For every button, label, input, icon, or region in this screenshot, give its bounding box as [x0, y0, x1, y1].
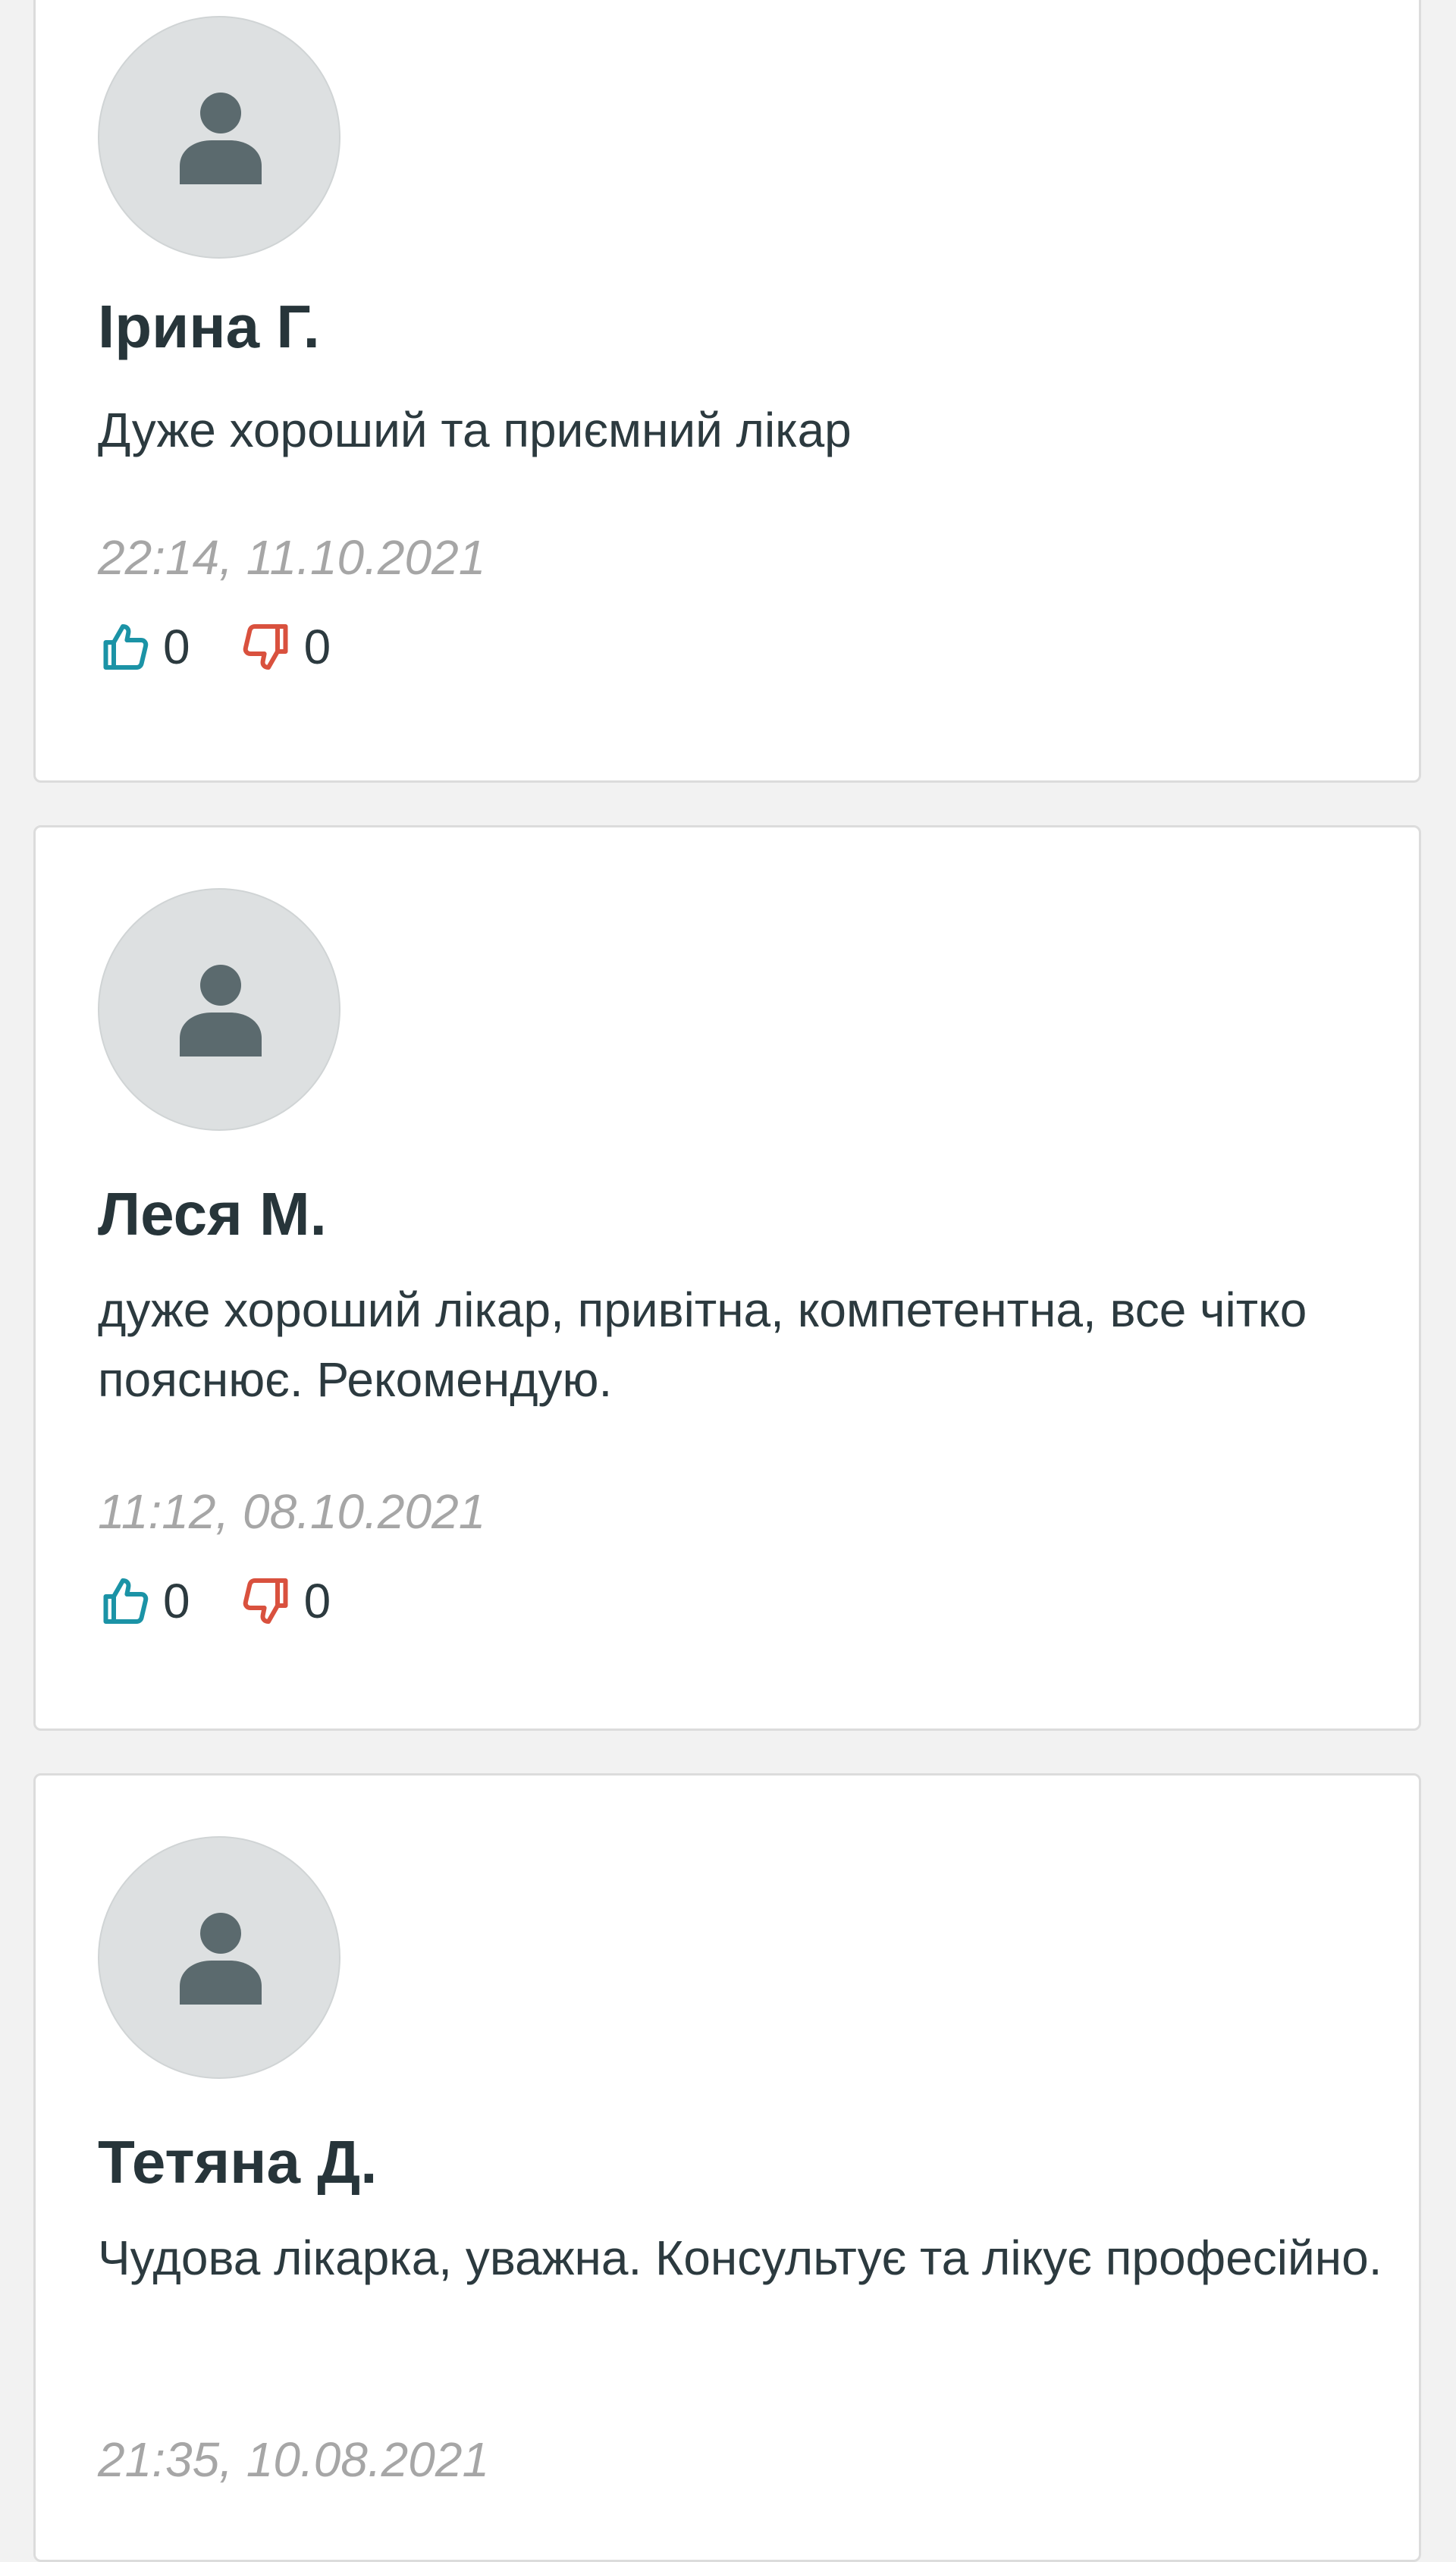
- thumbs-up-icon: [103, 1578, 149, 1624]
- reviewer-name: Тетяна Д.: [98, 2128, 378, 2196]
- reviewer-name: Леся М.: [98, 1180, 327, 1248]
- review-votes: 0 0: [98, 1571, 331, 1631]
- reviewer-name: Ірина Г.: [98, 293, 320, 360]
- review-text: Дуже хороший та приємний лікар: [98, 403, 852, 457]
- review-text: Чудова лікарка, уважна. Консультує та лі…: [98, 2231, 1382, 2285]
- dislike-count: 0: [303, 620, 331, 674]
- review-card: Леся М. дуже хороший лікар, привітна, ко…: [33, 825, 1421, 1731]
- avatar: [98, 1836, 340, 2079]
- dislike-count: 0: [303, 1574, 331, 1628]
- avatar: [98, 16, 340, 259]
- like-count: 0: [163, 1574, 190, 1628]
- review-text: дуже хороший лікар, привітна, компетентн…: [98, 1283, 1307, 1407]
- avatar: [98, 888, 340, 1131]
- review-card: Ірина Г. Дуже хороший та приємний лікар …: [33, 0, 1421, 783]
- review-datetime: 22:14, 11.10.2021: [98, 530, 486, 585]
- user-silhouette-icon: [180, 93, 262, 184]
- like-button[interactable]: 0: [98, 620, 190, 674]
- user-silhouette-icon: [180, 1913, 262, 2005]
- like-button[interactable]: 0: [98, 1574, 190, 1628]
- dislike-button[interactable]: 0: [239, 620, 331, 674]
- review-datetime: 21:35, 10.08.2021: [98, 2432, 490, 2487]
- thumbs-down-icon: [243, 624, 288, 670]
- user-silhouette-icon: [180, 965, 262, 1057]
- like-count: 0: [163, 620, 190, 674]
- thumbs-down-icon: [243, 1578, 288, 1624]
- dislike-button[interactable]: 0: [239, 1574, 331, 1628]
- review-votes: 0 0: [98, 617, 331, 677]
- review-datetime: 11:12, 08.10.2021: [98, 1484, 486, 1539]
- review-card: Тетяна Д. Чудова лікарка, уважна. Консул…: [33, 1773, 1421, 2562]
- thumbs-up-icon: [103, 624, 149, 670]
- reviews-list: Ірина Г. Дуже хороший та приємний лікар …: [0, 0, 1456, 2562]
